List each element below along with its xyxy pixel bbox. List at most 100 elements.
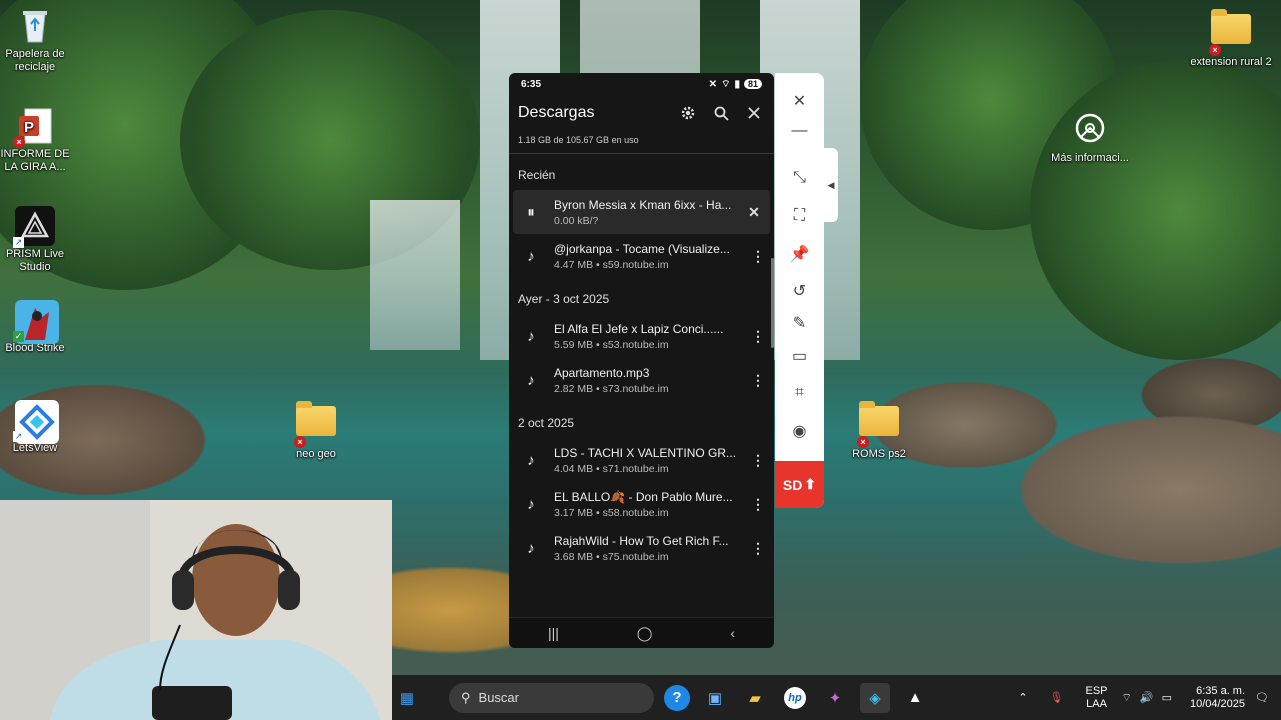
fit-window-button[interactable]: ⤡	[787, 165, 812, 190]
search-placeholder: Buscar	[478, 690, 519, 705]
desktop-icon-roms-ps2[interactable]: × ROMS ps2	[838, 398, 920, 461]
status-icons: ✕ ⌔ ▮ 81	[709, 78, 762, 91]
pin-button[interactable]: 📌	[787, 241, 812, 266]
storage-usage: 1.18 GB de 105.67 GB en uso	[518, 135, 639, 145]
desktop-icon-blood-strike[interactable]: ✓ Blood Strike	[0, 300, 76, 355]
desktop-icon-label: neo geo	[296, 448, 336, 460]
prism-taskbar-app[interactable]: ▲	[900, 683, 930, 713]
download-item[interactable]: ♪ RajahWild - How To Get Rich F... 3.68 …	[509, 526, 774, 570]
folder-icon: ×	[294, 401, 336, 448]
collapse-toolbar-button[interactable]: ◀	[824, 148, 838, 222]
chevron-up-icon[interactable]: ⌃	[1018, 691, 1027, 704]
desktop-icon-informe[interactable]: P × INFORME DE LA GIRA A...	[0, 106, 76, 174]
search-icon	[714, 106, 729, 121]
upload-arrow-icon: ⬆	[804, 476, 817, 492]
clock[interactable]: 6:35 a. m. 10/04/2025	[1190, 685, 1245, 711]
more-options-icon[interactable]: ⋮	[750, 328, 766, 345]
file-name: @jorkanpa - Tocame (Visualize...	[554, 241, 730, 256]
pause-icon[interactable]: ⏸	[521, 202, 541, 222]
letsview-app-icon: ◈	[869, 689, 881, 707]
download-item[interactable]: ♪ Apartamento.mp3 2.82 MB • s73.notube.i…	[509, 358, 774, 402]
language-code: ESP	[1085, 684, 1108, 697]
download-item[interactable]: ⏸ Byron Messia x Kman 6ixx - Ha... 0.00 …	[513, 190, 770, 234]
copilot-app[interactable]: ✦	[820, 683, 850, 713]
notification-icon[interactable]: 🗨	[1255, 691, 1269, 704]
music-note-icon: ♪	[527, 495, 535, 513]
gear-icon	[681, 106, 695, 120]
more-options-icon[interactable]: ⋮	[750, 496, 766, 513]
sd-quality-button[interactable]: SD ⬆	[775, 461, 824, 508]
close-button[interactable]	[743, 102, 765, 124]
fullscreen-button[interactable]: ⛶	[787, 203, 812, 228]
scrollbar[interactable]	[771, 258, 774, 348]
search-icon: ⚲	[461, 689, 471, 705]
record-icon: ◉	[792, 422, 807, 440]
wifi-icon: ⌔	[721, 78, 731, 90]
system-tray: ⌃ 🎙 ESP LAA ⌔ 🔊 ▭ 6:35 a. m. 10/04/2025 …	[1008, 675, 1281, 720]
hp-app[interactable]: hp	[780, 683, 810, 713]
more-options-icon[interactable]: ⋮	[750, 452, 766, 469]
recent-apps-button[interactable]: |||	[548, 625, 559, 641]
more-options-icon[interactable]: ⋮	[750, 540, 766, 557]
desktop-icon-extension-rural[interactable]: × extension rural 2	[1190, 6, 1272, 69]
clock-time: 6:35 a. m.	[1196, 684, 1246, 697]
desktop-icon-neo-geo[interactable]: × neo geo	[275, 398, 357, 461]
cancel-download-button[interactable]: ✕	[746, 204, 762, 221]
store-app[interactable]: ▣	[700, 683, 730, 713]
microphone-icon[interactable]: 🎙	[1050, 691, 1064, 704]
download-item[interactable]: ♪ @jorkanpa - Tocame (Visualize... 4.47 …	[509, 234, 774, 278]
error-badge-icon: ×	[857, 436, 869, 448]
volume-icon[interactable]: 🔊	[1140, 691, 1154, 704]
desktop-icon-recycle-bin[interactable]: Papelera de reciclaje	[0, 6, 76, 74]
folder-icon: ×	[857, 401, 899, 448]
letsview-taskbar-app[interactable]: ◈	[860, 682, 890, 713]
settings-button[interactable]	[677, 102, 699, 124]
home-button[interactable]: ◯	[637, 625, 653, 642]
taskbar-search[interactable]: ⚲ Buscar	[449, 682, 654, 713]
desktop-icon-label: Papelera de reciclaje	[5, 48, 65, 73]
recycle-bin-icon	[15, 6, 55, 46]
language-indicator[interactable]: ESP LAA	[1086, 685, 1108, 711]
start-button[interactable]: ▦	[392, 683, 422, 713]
music-note-icon: ♪	[527, 451, 535, 469]
status-time: 6:35	[521, 78, 542, 90]
file-explorer-app[interactable]: ▰	[740, 683, 770, 713]
whiteboard-button[interactable]: ▭	[787, 343, 812, 368]
app-bar: Descargas	[509, 95, 774, 131]
battery-icon[interactable]: ▭	[1162, 691, 1172, 704]
game-icon: ✓	[13, 300, 59, 344]
svg-text:P: P	[24, 119, 34, 136]
powerpoint-file-icon: P ×	[13, 106, 55, 148]
more-options-icon[interactable]: ⋮	[750, 248, 766, 265]
desktop-icon-mas-informacion[interactable]: Más informaci...	[1049, 110, 1131, 165]
back-button[interactable]: ‹	[730, 625, 735, 641]
file-meta: 4.47 MB • s59.notube.im	[554, 258, 669, 271]
search-button[interactable]	[710, 102, 732, 124]
music-note-icon: ♪	[527, 327, 535, 345]
folder-icon: ×	[1209, 9, 1251, 56]
download-item[interactable]: ♪ El Alfa El Jefe x Lapiz Conci...... 5.…	[509, 314, 774, 358]
desktop-icon-label: PRISM Live Studio	[5, 248, 65, 273]
desktop-icon-letsview[interactable]: ↗ LetsView	[0, 400, 76, 455]
close-window-button[interactable]: ✕	[787, 88, 812, 113]
desktop-icon-prism[interactable]: ↗ PRISM Live Studio	[0, 206, 76, 274]
error-badge-icon: ×	[13, 136, 25, 148]
download-item[interactable]: ♪ EL BALLO🍂 - Don Pablo Mure... 3.17 MB …	[509, 482, 774, 526]
more-options-icon[interactable]: ⋮	[750, 372, 766, 389]
info-camera-icon	[1070, 110, 1110, 150]
close-icon	[748, 107, 760, 119]
download-item[interactable]: ♪ LDS - TACHI X VALENTINO GR... 4.04 MB …	[509, 438, 774, 482]
record-button[interactable]: ◉	[787, 418, 812, 443]
wifi-icon[interactable]: ⌔	[1122, 691, 1132, 705]
help-app[interactable]: ?	[664, 684, 690, 711]
minimize-icon: —	[791, 121, 808, 139]
clock-date: 10/04/2025	[1189, 697, 1246, 710]
crop-button[interactable]: ⌗	[787, 380, 812, 405]
folder-icon: ▰	[749, 689, 761, 707]
minimize-button[interactable]: —	[787, 118, 812, 143]
file-meta: 3.68 MB • s75.notube.im	[554, 550, 669, 563]
annotate-button[interactable]: ✎	[787, 310, 812, 335]
shortcut-arrow-icon: ↗	[13, 431, 24, 442]
section-header: Recién	[518, 168, 556, 182]
rotate-button[interactable]: ↺	[787, 278, 812, 303]
